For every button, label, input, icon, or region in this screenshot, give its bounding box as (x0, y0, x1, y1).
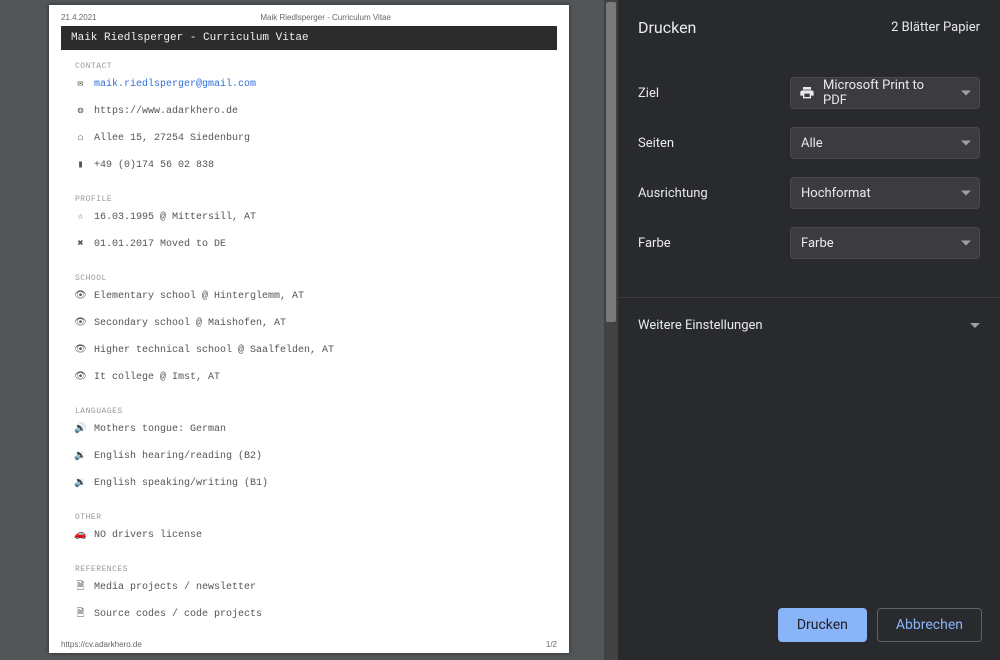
school-4: It college @ Imst, AT (94, 370, 220, 385)
contact-email: maik.riedlsperger@gmail.com (94, 77, 256, 92)
profile-birth: 16.03.1995 @ Mittersill, AT (94, 210, 256, 225)
section-label-languages: LANGUAGES (61, 407, 557, 416)
destination-value: Microsoft Print to PDF (823, 78, 951, 108)
label-destination: Ziel (638, 86, 659, 101)
lang-row-3: 🔉 English speaking/writing (B1) (61, 474, 557, 493)
file-icon: 🗎 (75, 582, 86, 593)
chevron-down-icon (970, 323, 980, 328)
setting-row-orientation: Ausrichtung Hochformat (638, 177, 980, 209)
school-1: Elementary school @ Hinterglemm, AT (94, 289, 304, 304)
contact-phone-row: ▮ +49 (0)174 56 02 838 (61, 156, 557, 175)
page-meta-spacer (555, 13, 557, 22)
pages-select[interactable]: Alle (790, 127, 980, 159)
ref-row-1: 🗎 Media projects / newsletter (61, 578, 557, 597)
section-label-contact: CONTACT (61, 62, 557, 71)
file-icon: 🗎 (75, 609, 86, 620)
cv-title-bar: Maik Riedlsperger - Curriculum Vitae (61, 26, 557, 50)
cancel-button[interactable]: Abbrechen (877, 608, 982, 642)
section-label-references: REFERENCES (61, 565, 557, 574)
label-orientation: Ausrichtung (638, 186, 708, 201)
phone-icon: ▮ (75, 160, 86, 171)
page-footer: https://cv.adarkhero.de 1/2 (61, 636, 557, 649)
section-label-school: SCHOOL (61, 274, 557, 283)
printer-icon (799, 85, 815, 101)
lang-row-2: 🔉 English hearing/reading (B2) (61, 447, 557, 466)
divider (618, 297, 1000, 298)
contact-phone: +49 (0)174 56 02 838 (94, 158, 214, 173)
preview-page: 21.4.2021 Maik Riedlsperger - Curriculum… (49, 5, 569, 653)
setting-row-destination: Ziel Microsoft Print to PDF (638, 77, 980, 109)
print-sidebar: Drucken 2 Blätter Papier Ziel Microsoft … (618, 0, 1000, 660)
setting-row-color: Farbe Farbe (638, 227, 980, 259)
print-preview-pane: 21.4.2021 Maik Riedlsperger - Curriculum… (0, 0, 618, 660)
color-select[interactable]: Farbe (790, 227, 980, 259)
school-row-1: 👁 Elementary school @ Hinterglemm, AT (61, 287, 557, 306)
preview-scrollbar-track[interactable] (604, 0, 618, 660)
chevron-down-icon (961, 141, 971, 146)
label-pages: Seiten (638, 136, 674, 151)
label-color: Farbe (638, 236, 671, 251)
lang-3: English speaking/writing (B1) (94, 476, 268, 491)
ref-1: Media projects / newsletter (94, 580, 256, 595)
footer-buttons: Drucken Abbrechen (618, 594, 1000, 660)
contact-email-row: ✉ maik.riedlsperger@gmail.com (61, 75, 557, 94)
globe-icon: ❂ (75, 106, 86, 117)
eye-icon: 👁 (75, 291, 86, 302)
chevron-down-icon (961, 91, 971, 96)
chevron-down-icon (961, 191, 971, 196)
eye-icon: 👁 (75, 318, 86, 329)
ref-2: Source codes / code projects (94, 607, 262, 622)
color-value: Farbe (801, 236, 834, 251)
star-icon: ☆ (75, 212, 86, 223)
more-settings-row[interactable]: Weitere Einstellungen (618, 302, 1000, 349)
setting-row-pages: Seiten Alle (638, 127, 980, 159)
page-date: 21.4.2021 (61, 13, 97, 22)
other-1: NO drivers license (94, 528, 202, 543)
sidebar-header: Drucken 2 Blätter Papier (618, 0, 1000, 55)
page-meta: 21.4.2021 Maik Riedlsperger - Curriculum… (61, 13, 557, 22)
home-icon: ⌂ (75, 133, 86, 144)
volume-icon: 🔉 (75, 451, 86, 462)
more-settings-label: Weitere Einstellungen (638, 318, 763, 333)
contact-address: Allee 15, 27254 Siedenburg (94, 131, 250, 146)
preview-scrollbar-thumb[interactable] (606, 2, 616, 322)
section-label-other: OTHER (61, 513, 557, 522)
sheet-count: 2 Blätter Papier (891, 20, 980, 35)
other-row-1: 🚗 NO drivers license (61, 526, 557, 545)
settings-block: Ziel Microsoft Print to PDF Seiten Alle … (618, 55, 1000, 293)
ref-row-2: 🗎 Source codes / code projects (61, 605, 557, 624)
school-row-2: 👁 Secondary school @ Maishofen, AT (61, 314, 557, 333)
lang-2: English hearing/reading (B2) (94, 449, 262, 464)
page-header-title: Maik Riedlsperger - Curriculum Vitae (260, 13, 391, 22)
orientation-select[interactable]: Hochformat (790, 177, 980, 209)
destination-select[interactable]: Microsoft Print to PDF (790, 77, 980, 109)
chevron-down-icon (961, 241, 971, 246)
school-2: Secondary school @ Maishofen, AT (94, 316, 286, 331)
volume-icon: 🔊 (75, 424, 86, 435)
contact-website: https://www.adarkhero.de (94, 104, 238, 119)
school-row-3: 👁 Higher technical school @ Saalfelden, A… (61, 341, 557, 360)
contact-address-row: ⌂ Allee 15, 27254 Siedenburg (61, 129, 557, 148)
profile-moved-row: ✖ 01.01.2017 Moved to DE (61, 235, 557, 254)
lang-1: Mothers tongue: German (94, 422, 226, 437)
mail-icon: ✉ (75, 79, 86, 90)
profile-birth-row: ☆ 16.03.1995 @ Mittersill, AT (61, 208, 557, 227)
profile-moved: 01.01.2017 Moved to DE (94, 237, 226, 252)
eye-icon: 👁 (75, 345, 86, 356)
lang-row-1: 🔊 Mothers tongue: German (61, 420, 557, 439)
car-icon: 🚗 (75, 530, 86, 541)
page-indicator: 1/2 (546, 640, 557, 649)
volume-icon: 🔉 (75, 478, 86, 489)
sidebar-title: Drucken (638, 18, 696, 37)
contact-website-row: ❂ https://www.adarkhero.de (61, 102, 557, 121)
print-button[interactable]: Drucken (778, 608, 867, 642)
pages-value: Alle (801, 136, 823, 151)
gear-icon: ✖ (75, 239, 86, 250)
section-label-profile: PROFILE (61, 195, 557, 204)
school-3: Higher technical school @ Saalfelden, AT (94, 343, 334, 358)
footer-url: https://cv.adarkhero.de (61, 640, 142, 649)
school-row-4: 👁 It college @ Imst, AT (61, 368, 557, 387)
eye-icon: 👁 (75, 372, 86, 383)
orientation-value: Hochformat (801, 186, 871, 201)
